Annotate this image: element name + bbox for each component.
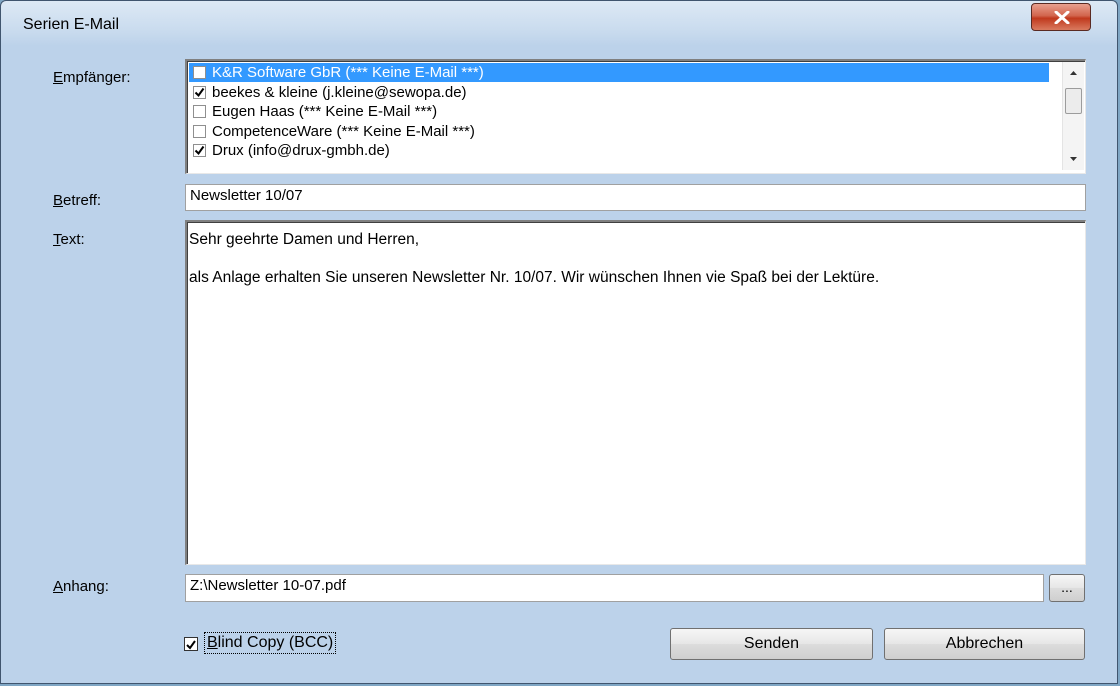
title-bar[interactable]: Serien E-Mail: [1, 1, 1117, 45]
bcc-checkbox[interactable]: [184, 637, 198, 651]
recipient-item[interactable]: K&R Software GbR (*** Keine E-Mail ***): [189, 63, 1049, 82]
label-text: Text:: [53, 231, 85, 248]
recipient-label: Eugen Haas (*** Keine E-Mail ***): [212, 103, 438, 120]
subject-input[interactable]: Newsletter 10/07: [185, 184, 1086, 211]
label-recipients: Empfänger:: [53, 69, 131, 86]
recipients-list[interactable]: K&R Software GbR (*** Keine E-Mail ***) b…: [185, 59, 1086, 174]
recipient-label: CompetenceWare (*** Keine E-Mail ***): [212, 122, 475, 140]
body-textarea[interactable]: Sehr geehrte Damen und Herren, als Anlag…: [185, 220, 1086, 565]
scroll-up-icon[interactable]: [1063, 64, 1084, 82]
send-button[interactable]: Senden: [670, 628, 873, 660]
recipient-label: Drux (info@drux-gmbh.de): [212, 142, 390, 159]
body-text: Sehr geehrte Damen und Herren, als Anlag…: [189, 231, 880, 286]
dialog-window: Serien E-Mail Empfänger: Betreff: Text: …: [0, 0, 1118, 684]
close-x-icon: [1054, 11, 1070, 24]
recipient-item[interactable]: Drux (info@drux-gmbh.de): [189, 141, 1049, 160]
recipient-checkbox[interactable]: [193, 124, 206, 138]
scrollbar-thumb[interactable]: [1065, 88, 1082, 114]
label-subject: Betreff:: [53, 192, 102, 209]
recipient-item[interactable]: beekes & kleine (j.kleine@sewopa.de): [189, 83, 1049, 102]
recipient-item[interactable]: CompetenceWare (*** Keine E-Mail ***): [189, 122, 1049, 141]
label-attachment: Anhang:: [53, 578, 109, 595]
recipient-checkbox[interactable]: [193, 105, 206, 118]
recipient-checkbox[interactable]: [193, 85, 206, 99]
attachment-input[interactable]: Z:\Newsletter 10-07.pdf: [185, 574, 1044, 602]
recipient-checkbox[interactable]: [193, 66, 206, 79]
recipient-checkbox[interactable]: [193, 144, 206, 157]
checkmark-icon: [186, 640, 196, 650]
recipient-label: K&R Software GbR (*** Keine E-Mail ***): [212, 64, 484, 81]
checkmark-icon: [194, 145, 205, 156]
bcc-label[interactable]: Blind Copy (BCC): [204, 632, 337, 654]
checkmark-icon: [194, 87, 205, 97]
cancel-button[interactable]: Abbrechen: [884, 628, 1085, 660]
browse-button[interactable]: ...: [1049, 574, 1085, 602]
window-title: Serien E-Mail: [23, 16, 120, 33]
scroll-down-icon[interactable]: [1063, 150, 1084, 168]
recipient-item[interactable]: Eugen Haas (*** Keine E-Mail ***): [189, 102, 1049, 121]
recipients-scrollbar[interactable]: [1062, 62, 1084, 170]
recipient-label: beekes & kleine (j.kleine@sewopa.de): [212, 83, 467, 101]
close-button[interactable]: [1031, 3, 1091, 31]
